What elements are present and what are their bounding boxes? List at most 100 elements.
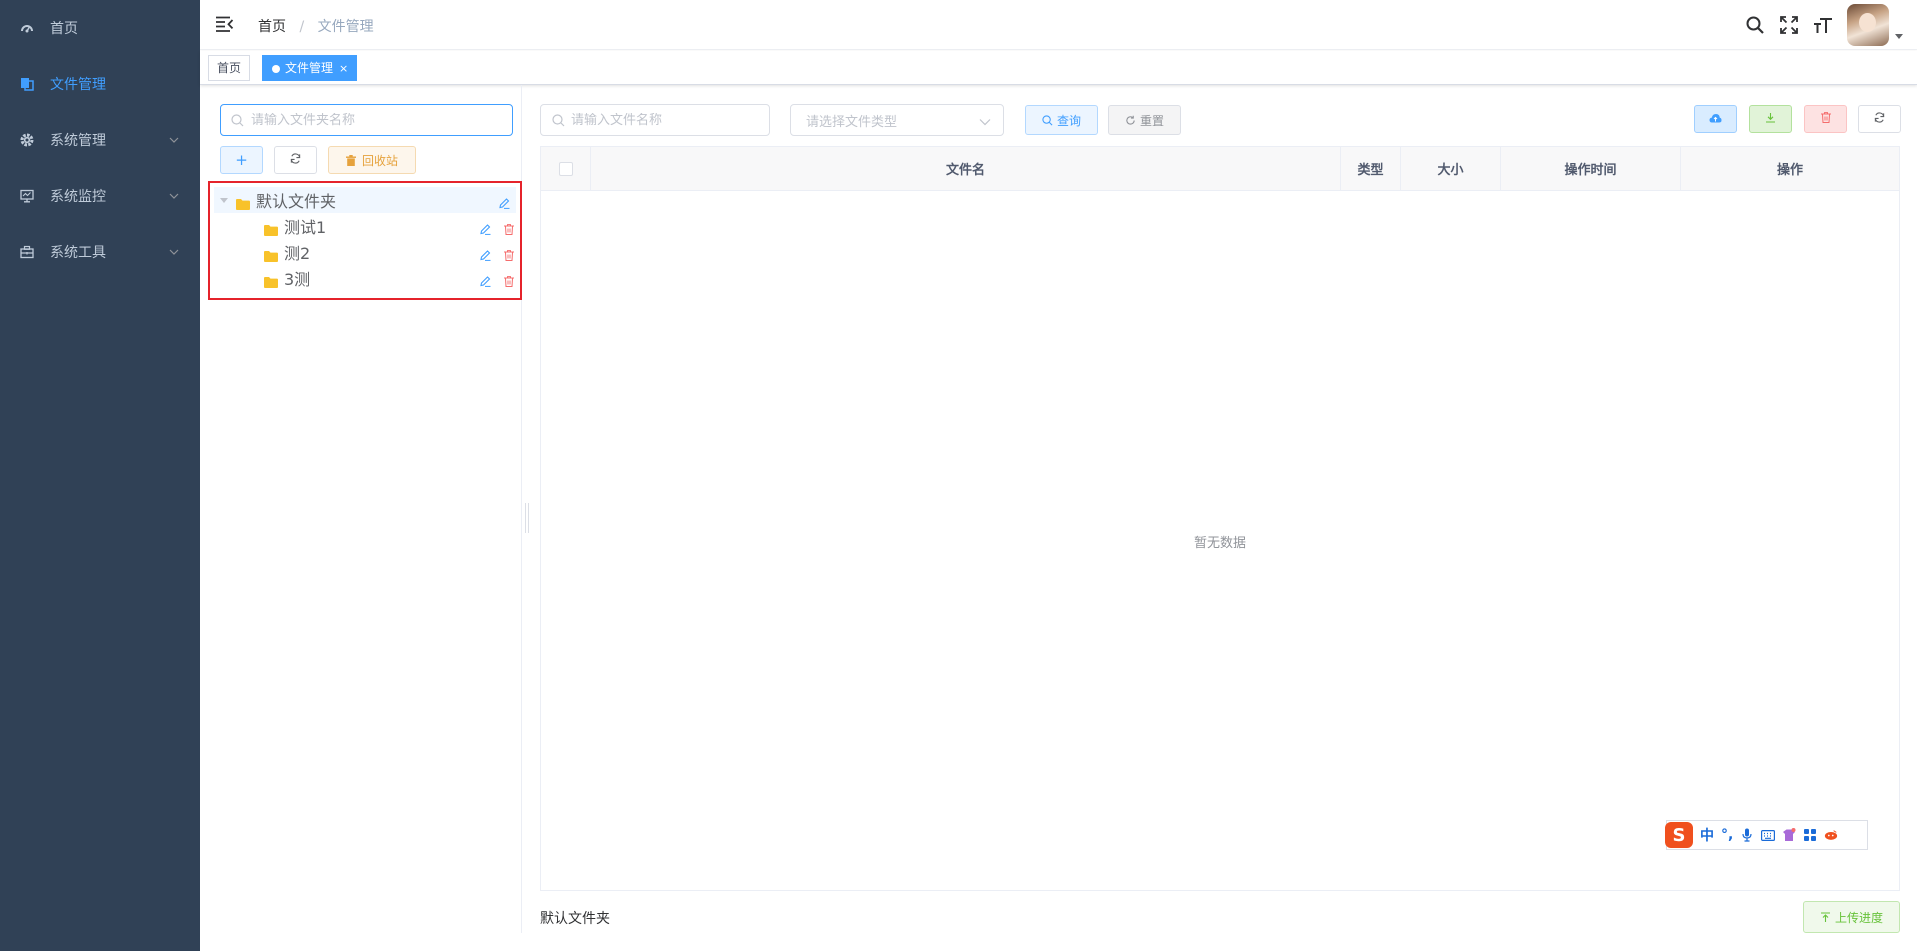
folder-icon bbox=[264, 273, 278, 288]
table-header: 文件名 类型 大小 操作时间 操作 bbox=[541, 147, 1899, 191]
delete-icon[interactable] bbox=[504, 220, 514, 239]
refresh-folder-button[interactable] bbox=[274, 146, 317, 174]
column-header: 类型 bbox=[1341, 147, 1401, 190]
refresh-icon bbox=[1874, 111, 1885, 127]
folder-icon bbox=[264, 247, 278, 262]
sidebar-item-label: 文件管理 bbox=[50, 77, 106, 93]
search-icon[interactable] bbox=[1745, 15, 1765, 35]
sidebar-item-file-management[interactable]: 文件管理 bbox=[0, 56, 200, 112]
apps-grid-icon[interactable] bbox=[1803, 828, 1817, 842]
toolbox-icon bbox=[20, 245, 34, 259]
add-folder-button[interactable]: + bbox=[220, 146, 263, 174]
mascot-icon[interactable] bbox=[1824, 828, 1838, 842]
query-button[interactable]: 查询 bbox=[1025, 105, 1098, 135]
sidebar-item-label: 系统管理 bbox=[50, 133, 106, 149]
upload-button[interactable] bbox=[1694, 105, 1737, 133]
delete-icon[interactable] bbox=[504, 272, 514, 291]
file-type-placeholder: 请选择文件类型 bbox=[806, 114, 898, 130]
caret-down-icon[interactable] bbox=[1895, 33, 1903, 39]
file-name-search-input[interactable] bbox=[571, 112, 769, 128]
tree-node-label: 默认文件夹 bbox=[256, 192, 337, 211]
monitor-icon bbox=[20, 189, 34, 203]
sidebar-item-system-monitor[interactable]: 系统监控 bbox=[0, 168, 200, 224]
keyboard-icon[interactable] bbox=[1761, 828, 1776, 842]
current-folder-label: 默认文件夹 bbox=[540, 911, 610, 927]
tag-home[interactable]: 首页 bbox=[208, 55, 251, 81]
sidebar-item-system-management[interactable]: 系统管理 bbox=[0, 112, 200, 168]
refresh-icon bbox=[1126, 115, 1135, 125]
empty-text: 暂无数据 bbox=[1193, 536, 1246, 551]
caret-down-icon[interactable] bbox=[220, 197, 228, 203]
edit-icon[interactable] bbox=[480, 220, 491, 239]
breadcrumb-current: 文件管理 bbox=[317, 19, 374, 35]
tree-node-actions bbox=[480, 272, 514, 291]
download-button[interactable] bbox=[1749, 105, 1792, 133]
column-header: 大小 bbox=[1401, 147, 1501, 190]
tree-node-child[interactable]: 测试1 bbox=[210, 213, 520, 239]
search-icon bbox=[552, 114, 565, 127]
refresh-button[interactable] bbox=[1858, 105, 1901, 133]
microphone-icon[interactable] bbox=[1740, 828, 1754, 842]
sidebar-item-label: 系统工具 bbox=[50, 245, 106, 261]
column-header: 文件名 bbox=[591, 147, 1341, 190]
folder-icon bbox=[236, 195, 250, 210]
folder-search-field[interactable] bbox=[220, 104, 513, 136]
ime-punctuation[interactable]: °, bbox=[1721, 827, 1733, 843]
delete-button[interactable] bbox=[1804, 105, 1847, 133]
tree-node-actions bbox=[499, 194, 510, 213]
chevron-down-icon bbox=[168, 190, 180, 202]
chevron-down-icon bbox=[168, 134, 180, 146]
tree-node-child[interactable]: 3测 bbox=[210, 265, 520, 291]
sidebar-item-home[interactable]: 首页 bbox=[0, 0, 200, 56]
recycle-bin-button[interactable]: 回收站 bbox=[328, 146, 416, 174]
upload-icon bbox=[1820, 911, 1830, 922]
file-name-search-field[interactable] bbox=[540, 104, 770, 136]
tree-node-actions bbox=[480, 220, 514, 239]
tag-file-management[interactable]: 文件管理 × bbox=[262, 55, 358, 81]
tag-label: 首页 bbox=[217, 61, 242, 75]
select-all-checkbox[interactable] bbox=[558, 161, 573, 176]
fullscreen-icon[interactable] bbox=[1779, 15, 1799, 35]
edit-icon[interactable] bbox=[480, 246, 491, 265]
skin-icon[interactable] bbox=[1782, 828, 1796, 842]
sidebar-item-label: 系统监控 bbox=[50, 189, 106, 205]
avatar[interactable] bbox=[1847, 4, 1889, 46]
panel-splitter[interactable] bbox=[525, 503, 529, 533]
file-table: 文件名 类型 大小 操作时间 操作 暂无数据 bbox=[540, 146, 1900, 891]
refresh-icon bbox=[290, 153, 301, 167]
breadcrumb-home[interactable]: 首页 bbox=[258, 19, 286, 35]
edit-icon[interactable] bbox=[480, 272, 491, 291]
trash-icon bbox=[345, 154, 356, 166]
ime-logo[interactable]: S bbox=[1665, 822, 1693, 848]
tags-view: 首页 文件管理 × bbox=[200, 51, 1917, 85]
chevron-down-icon bbox=[979, 116, 991, 126]
breadcrumb-separator: / bbox=[299, 19, 305, 35]
menu-fold-icon[interactable] bbox=[216, 16, 234, 32]
file-type-select[interactable]: 请选择文件类型 bbox=[790, 104, 1004, 136]
tree-node-child[interactable]: 测2 bbox=[210, 239, 520, 265]
search-icon bbox=[231, 114, 244, 127]
folder-tree: 默认文件夹 测试1 测2 3测 bbox=[208, 181, 522, 300]
dashboard-icon bbox=[20, 21, 34, 35]
delete-icon[interactable] bbox=[504, 246, 514, 265]
query-label: 查询 bbox=[1056, 113, 1081, 128]
sidebar-item-system-tools[interactable]: 系统工具 bbox=[0, 224, 200, 280]
chevron-down-icon bbox=[168, 246, 180, 258]
close-icon[interactable]: × bbox=[339, 62, 348, 75]
upload-progress-button[interactable]: 上传进度 bbox=[1803, 901, 1900, 933]
reset-button[interactable]: 重置 bbox=[1108, 105, 1181, 135]
reset-label: 重置 bbox=[1139, 113, 1164, 128]
folder-icon bbox=[264, 221, 278, 236]
ime-mode[interactable]: 中 bbox=[1700, 825, 1714, 845]
tag-label: 文件管理 bbox=[285, 61, 334, 75]
edit-icon[interactable] bbox=[499, 194, 510, 213]
tree-node-label: 测2 bbox=[284, 244, 311, 263]
add-label: + bbox=[235, 151, 248, 169]
download-icon bbox=[1765, 111, 1776, 127]
folder-search-input[interactable] bbox=[251, 112, 512, 128]
font-size-icon[interactable] bbox=[1813, 15, 1833, 35]
breadcrumb: 首页 / 文件管理 bbox=[258, 16, 374, 36]
folder-panel: + 回收站 默认文件夹 测试1 bbox=[208, 85, 522, 933]
tree-node-label: 测试1 bbox=[284, 218, 327, 237]
tree-node-root[interactable]: 默认文件夹 bbox=[214, 187, 516, 213]
